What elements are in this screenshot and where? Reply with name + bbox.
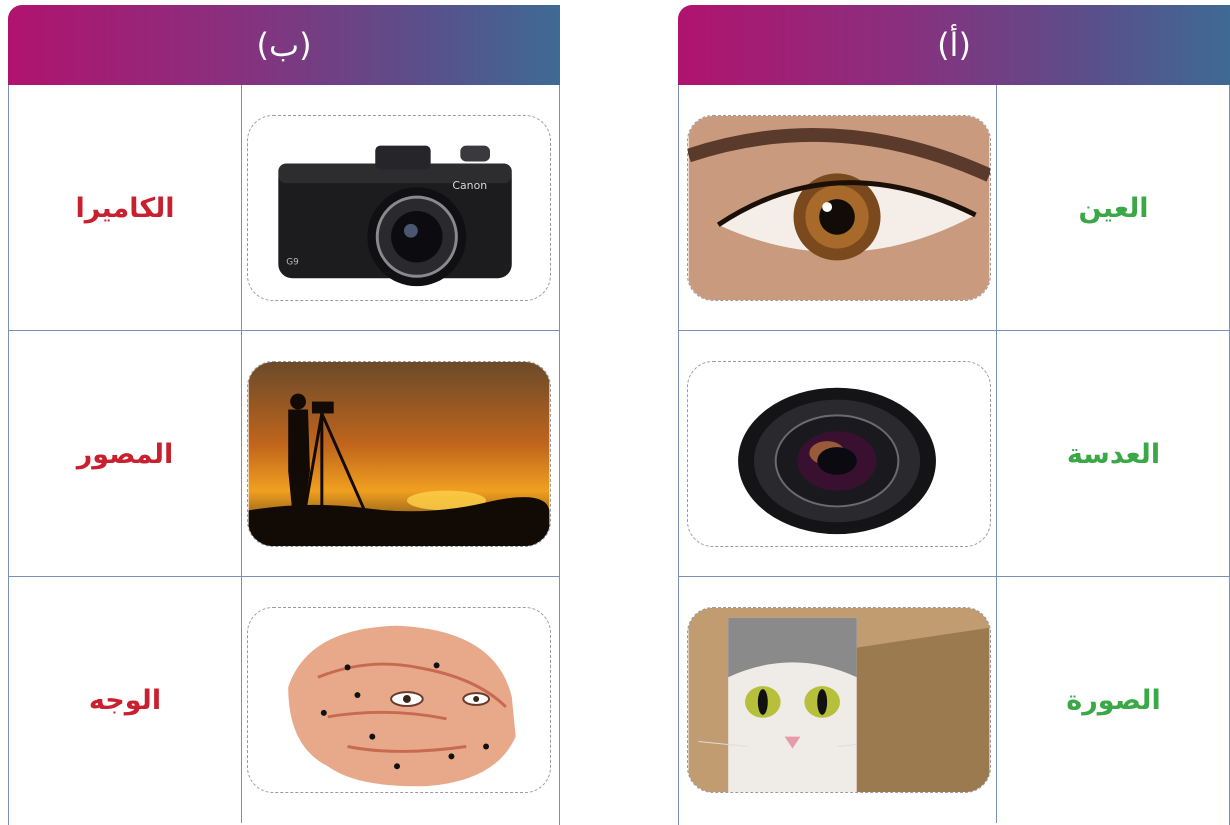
column-b-table: الكاميرا Canon G9 المصور الوجه	[8, 85, 560, 825]
column-b-header: (ب)	[8, 5, 560, 85]
word-label: المصور	[76, 438, 174, 470]
column-b: (ب) الكاميرا Canon G9 المصور الوجه	[8, 5, 560, 825]
table-row: المصور	[9, 331, 559, 577]
svg-text:Canon: Canon	[452, 179, 487, 192]
column-a-header-label: (أ)	[937, 26, 971, 64]
cat-picture-image	[687, 607, 991, 793]
svg-text:G9: G9	[286, 257, 299, 267]
word-label: الوجه	[88, 684, 162, 716]
word-label: العين	[1078, 192, 1149, 224]
table-row: الصورة	[679, 577, 1229, 823]
face-image	[247, 607, 551, 793]
table-row: العدسة	[679, 331, 1229, 577]
column-a: (أ) العين العدسة الصورة	[678, 5, 1230, 825]
camera-image: Canon G9	[247, 115, 551, 301]
word-label: الصورة	[1066, 684, 1161, 716]
column-b-header-label: (ب)	[256, 26, 312, 64]
photographer-image	[247, 361, 551, 547]
table-row: الكاميرا Canon G9	[9, 85, 559, 331]
word-label: العدسة	[1066, 438, 1161, 470]
column-a-header: (أ)	[678, 5, 1230, 85]
table-row: الوجه	[9, 577, 559, 823]
word-label: الكاميرا	[75, 192, 175, 224]
column-a-table: العين العدسة الصورة	[678, 85, 1230, 825]
table-row: العين	[679, 85, 1229, 331]
eye-image	[687, 115, 991, 301]
lens-image	[687, 361, 991, 547]
